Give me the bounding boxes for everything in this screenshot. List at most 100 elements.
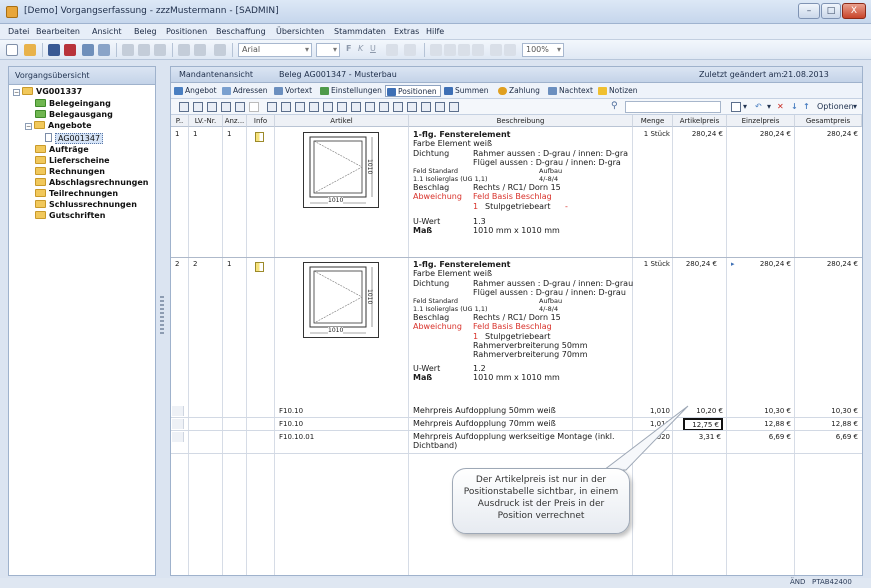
grid-icon[interactable] bbox=[379, 102, 389, 112]
menu-positionen[interactable]: Positionen bbox=[166, 27, 207, 36]
menu-hilfe[interactable]: Hilfe bbox=[426, 27, 444, 36]
font-color-icon[interactable] bbox=[386, 44, 398, 56]
align-left-icon[interactable] bbox=[430, 44, 442, 56]
tree-item-angebote[interactable]: − Angebote bbox=[25, 121, 92, 132]
menu-ansicht[interactable]: Ansicht bbox=[92, 27, 122, 36]
tab-nachtext[interactable]: Nachtext bbox=[547, 85, 596, 97]
tab-angebot[interactable]: Angebot bbox=[173, 85, 220, 97]
maximize-button[interactable]: □ bbox=[821, 3, 841, 19]
column-header-artikelpreis[interactable]: Artikelpreis bbox=[673, 115, 727, 127]
insert-row-icon[interactable] bbox=[267, 102, 277, 112]
tree-item-vg001337[interactable]: − VG001337 bbox=[13, 87, 82, 98]
chevron-down-icon[interactable]: ▾ bbox=[853, 102, 857, 111]
grid-icon[interactable] bbox=[323, 102, 333, 112]
menu-beschaffung[interactable]: Beschaffung bbox=[216, 27, 266, 36]
tab-notizen[interactable]: Notizen bbox=[597, 85, 641, 97]
grid-icon[interactable] bbox=[221, 102, 231, 112]
tab-positionen[interactable]: Positionen bbox=[385, 85, 441, 97]
search-icon[interactable]: ⚲ bbox=[611, 101, 618, 111]
tree-item-belegeingang[interactable]: Belegeingang bbox=[35, 99, 111, 110]
panel-splitter[interactable] bbox=[160, 296, 164, 336]
menu-uebersichten[interactable]: Übersichten bbox=[276, 27, 324, 36]
print-icon[interactable] bbox=[82, 44, 94, 56]
tree-item-lieferscheine[interactable]: Lieferscheine bbox=[35, 156, 110, 167]
tab-einstellungen[interactable]: Einstellungen bbox=[319, 85, 385, 97]
grid-icon[interactable] bbox=[435, 102, 445, 112]
collapse-icon[interactable]: − bbox=[25, 123, 32, 130]
underline-button[interactable]: U bbox=[370, 44, 376, 53]
table-icon[interactable] bbox=[214, 44, 226, 56]
grid-icon[interactable] bbox=[295, 102, 305, 112]
table-row[interactable]: 2 2 1 1010 1010 1-flg. Fensterelement Fa… bbox=[171, 258, 862, 404]
search-input[interactable] bbox=[625, 101, 721, 113]
grid-icon[interactable] bbox=[351, 102, 361, 112]
chevron-down-icon[interactable]: ▾ bbox=[767, 102, 771, 111]
position-description[interactable]: 1-flg. Fensterelement Farbe Element weiß… bbox=[413, 130, 631, 236]
column-header-gesamtpreis[interactable]: Gesamtpreis bbox=[795, 115, 862, 127]
zoom-select[interactable]: 100% ▾ bbox=[522, 43, 564, 57]
bold-button[interactable]: F bbox=[346, 44, 351, 53]
save-icon[interactable] bbox=[48, 44, 60, 56]
new-position-icon[interactable] bbox=[731, 102, 741, 112]
window-thumbnail[interactable]: 1010 1010 bbox=[303, 262, 379, 338]
delete-icon[interactable]: ✕ bbox=[777, 102, 784, 111]
info-icon[interactable] bbox=[255, 262, 264, 272]
undo-icon[interactable] bbox=[178, 44, 190, 56]
column-header-beschreibung[interactable]: Beschreibung bbox=[409, 115, 633, 127]
chevron-down-icon[interactable]: ▾ bbox=[743, 102, 747, 111]
tree-item-abschlagsrechnungen[interactable]: Abschlagsrechnungen bbox=[35, 178, 149, 189]
grid-icon[interactable] bbox=[309, 102, 319, 112]
close-button[interactable]: X bbox=[842, 3, 866, 19]
column-header-anzahl[interactable]: Anz... bbox=[223, 115, 247, 127]
tab-vortext[interactable]: Vortext bbox=[273, 85, 315, 97]
grid-icon[interactable] bbox=[393, 102, 403, 112]
table-row[interactable]: F10.10.01 Mehrpreis Aufdopplung werkseit… bbox=[171, 431, 862, 453]
grid-icon[interactable] bbox=[449, 102, 459, 112]
highlight-icon[interactable] bbox=[404, 44, 416, 56]
tab-summen[interactable]: Summen bbox=[443, 85, 492, 97]
tab-adressen[interactable]: Adressen bbox=[221, 85, 270, 97]
info-icon[interactable] bbox=[255, 132, 264, 142]
print-preview-icon[interactable] bbox=[98, 44, 110, 56]
options-button[interactable]: Optionen bbox=[817, 102, 854, 111]
table-row[interactable]: F10.10 Mehrpreis Aufdopplung 70mm weiß 1… bbox=[171, 418, 862, 431]
menu-datei[interactable]: Datei bbox=[8, 27, 29, 36]
table-row[interactable]: F10.10 Mehrpreis Aufdopplung 50mm weiß 1… bbox=[171, 405, 862, 417]
insert-column-icon[interactable] bbox=[281, 102, 291, 112]
paste-icon[interactable] bbox=[154, 44, 166, 56]
italic-button[interactable]: K bbox=[358, 44, 363, 53]
menu-extras[interactable]: Extras bbox=[394, 27, 419, 36]
tree-item-teilrechnungen[interactable]: Teilrechnungen bbox=[35, 189, 118, 200]
column-header-menge[interactable]: Menge bbox=[633, 115, 673, 127]
grid-icon[interactable] bbox=[407, 102, 417, 112]
column-header-info[interactable]: Info bbox=[247, 115, 275, 127]
align-right-icon[interactable] bbox=[458, 44, 470, 56]
grid-icon[interactable] bbox=[235, 102, 245, 112]
copy-icon[interactable] bbox=[138, 44, 150, 56]
menu-stammdaten[interactable]: Stammdaten bbox=[334, 27, 386, 36]
grid-icon[interactable] bbox=[249, 102, 259, 112]
justify-icon[interactable] bbox=[472, 44, 484, 56]
align-center-icon[interactable] bbox=[444, 44, 456, 56]
minimize-button[interactable]: – bbox=[798, 3, 820, 19]
move-down-icon[interactable]: ↓ bbox=[791, 102, 798, 111]
font-family-select[interactable]: Arial ▾ bbox=[238, 43, 312, 57]
position-description[interactable]: 1-flg. Fensterelement Farbe Element weiß… bbox=[413, 260, 633, 382]
view-icon[interactable] bbox=[179, 102, 189, 112]
tree-item-ag001347[interactable]: AG001347 bbox=[45, 133, 104, 144]
grid-icon[interactable] bbox=[365, 102, 375, 112]
menu-bearbeiten[interactable]: Bearbeiten bbox=[36, 27, 80, 36]
redo-icon[interactable] bbox=[194, 44, 206, 56]
column-header-einzelpreis[interactable]: Einzelpreis bbox=[727, 115, 795, 127]
numbered-list-icon[interactable] bbox=[504, 44, 516, 56]
tree-item-schlussrechnungen[interactable]: Schlussrechnungen bbox=[35, 200, 137, 211]
tab-zahlung[interactable]: Zahlung bbox=[497, 85, 543, 97]
column-header-artikel[interactable]: Artikel bbox=[275, 115, 409, 127]
window-thumbnail[interactable]: 1010 1010 bbox=[303, 132, 379, 208]
open-folder-icon[interactable] bbox=[24, 44, 36, 56]
menu-beleg[interactable]: Beleg bbox=[134, 27, 157, 36]
tree-item-auftraege[interactable]: Aufträge bbox=[35, 145, 89, 156]
view-icon[interactable] bbox=[193, 102, 203, 112]
tree-item-rechnungen[interactable]: Rechnungen bbox=[35, 167, 105, 178]
cut-icon[interactable] bbox=[122, 44, 134, 56]
